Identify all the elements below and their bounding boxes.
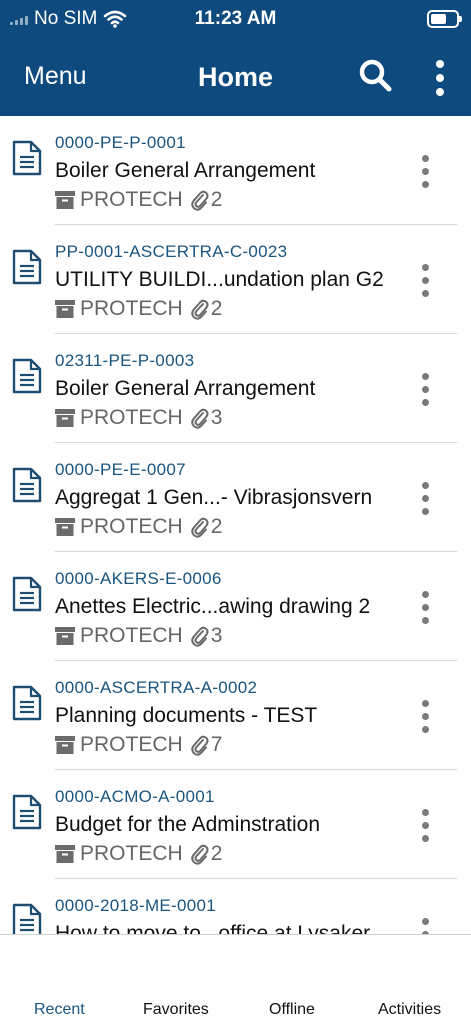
archive-box-icon	[55, 845, 75, 863]
document-icon	[12, 358, 42, 394]
project-label: PROTECH	[80, 624, 183, 647]
list-item[interactable]: 02311-PE-P-0003 Boiler General Arrangeme…	[0, 334, 471, 443]
search-button[interactable]	[356, 56, 396, 96]
document-meta: PROTECH 3	[55, 624, 222, 648]
document-title: How to move to...office at Lysaker	[55, 922, 371, 934]
battery-icon	[427, 10, 462, 28]
document-title: UTILITY BUILDI...undation plan G2	[55, 268, 384, 291]
archive-box-icon	[55, 300, 75, 318]
project-label: PROTECH	[80, 297, 183, 320]
project-label: PROTECH	[80, 842, 183, 865]
archive-box-icon	[55, 518, 75, 536]
paperclip-icon	[190, 626, 209, 647]
list-item[interactable]: 0000-AKERS-E-0006 Anettes Electric...awi…	[0, 552, 471, 661]
attachment-count: 2	[210, 188, 223, 211]
list-item[interactable]: 0000-2018-ME-0001 How to move to...offic…	[0, 879, 471, 934]
document-number: 0000-PE-E-0007	[55, 460, 186, 479]
paperclip-icon	[190, 408, 209, 429]
document-meta: PROTECH 2	[55, 297, 222, 321]
item-more-button[interactable]	[415, 588, 435, 628]
menu-button[interactable]: Menu	[24, 62, 87, 91]
document-icon	[12, 467, 42, 503]
attachment-count: 2	[210, 842, 223, 865]
document-title: Boiler General Arrangement	[55, 377, 316, 400]
document-title: Budget for the Adminstration	[55, 813, 320, 836]
document-icon	[12, 576, 42, 612]
document-meta: PROTECH 7	[55, 733, 222, 757]
tab-bar: Recent Favorites Offline Activities	[0, 934, 471, 1024]
document-icon	[12, 249, 42, 285]
paperclip-icon	[190, 299, 209, 320]
list-item[interactable]: 0000-ACMO-A-0001 Budget for the Adminstr…	[0, 770, 471, 879]
document-icon	[12, 903, 42, 934]
project-label: PROTECH	[80, 515, 183, 538]
status-bar: No SIM 11:23 AM	[0, 0, 471, 40]
search-icon	[359, 59, 392, 92]
item-more-button[interactable]	[415, 806, 435, 846]
attachment-count: 2	[210, 297, 223, 320]
document-number: 0000-ASCERTRA-A-0002	[55, 678, 258, 697]
document-number: 0000-AKERS-E-0006	[55, 569, 222, 588]
list-item[interactable]: 0000-PE-P-0001 Boiler General Arrangemen…	[0, 116, 471, 225]
list-item[interactable]: 0000-PE-E-0007 Aggregat 1 Gen...- Vibras…	[0, 443, 471, 552]
document-title: Boiler General Arrangement	[55, 159, 316, 182]
list-item[interactable]: PP-0001-ASCERTRA-C-0023 UTILITY BUILDI..…	[0, 225, 471, 334]
document-number: 0000-2018-ME-0001	[55, 896, 217, 915]
paperclip-icon	[190, 735, 209, 756]
tab-favorites[interactable]: Favorites	[143, 1001, 209, 1019]
document-number: 0000-PE-P-0001	[55, 133, 186, 152]
item-more-button[interactable]	[415, 697, 435, 737]
document-icon	[12, 794, 42, 830]
nav-bar: Menu Home	[0, 40, 471, 116]
document-number: 0000-ACMO-A-0001	[55, 787, 215, 806]
document-number: PP-0001-ASCERTRA-C-0023	[55, 242, 288, 261]
item-more-button[interactable]	[415, 152, 435, 192]
paperclip-icon	[190, 517, 209, 538]
paperclip-icon	[190, 844, 209, 865]
project-label: PROTECH	[80, 406, 183, 429]
item-more-button[interactable]	[415, 915, 435, 934]
more-options-button[interactable]	[428, 56, 452, 100]
project-label: PROTECH	[80, 733, 183, 756]
attachment-count: 3	[210, 624, 223, 647]
document-title: Anettes Electric...awing drawing 2	[55, 595, 371, 618]
document-list: 0000-PE-P-0001 Boiler General Arrangemen…	[0, 116, 471, 934]
status-time: 11:23 AM	[194, 8, 277, 29]
project-label: PROTECH	[80, 188, 183, 211]
archive-box-icon	[55, 191, 75, 209]
archive-box-icon	[55, 409, 75, 427]
document-title: Planning documents - TEST	[55, 704, 318, 727]
document-meta: PROTECH 3	[55, 406, 222, 430]
attachment-count: 7	[210, 733, 223, 756]
paperclip-icon	[190, 190, 209, 211]
more-vertical-icon	[436, 60, 444, 96]
archive-box-icon	[55, 736, 75, 754]
tab-activities[interactable]: Activities	[378, 1001, 441, 1019]
list-item[interactable]: 0000-ASCERTRA-A-0002 Planning documents …	[0, 661, 471, 770]
document-icon	[12, 140, 42, 176]
tab-recent[interactable]: Recent	[34, 1001, 85, 1019]
item-more-button[interactable]	[415, 261, 435, 301]
document-icon	[12, 685, 42, 721]
tab-offline[interactable]: Offline	[269, 1001, 315, 1019]
archive-box-icon	[55, 627, 75, 645]
document-number: 02311-PE-P-0003	[55, 351, 195, 370]
item-more-button[interactable]	[415, 370, 435, 410]
document-meta: PROTECH 2	[55, 842, 222, 866]
document-title: Aggregat 1 Gen...- Vibrasjonsvern	[55, 486, 373, 509]
attachment-count: 2	[210, 515, 223, 538]
attachment-count: 3	[210, 406, 223, 429]
document-meta: PROTECH 2	[55, 515, 222, 539]
document-meta: PROTECH 2	[55, 188, 222, 212]
item-more-button[interactable]	[415, 479, 435, 519]
